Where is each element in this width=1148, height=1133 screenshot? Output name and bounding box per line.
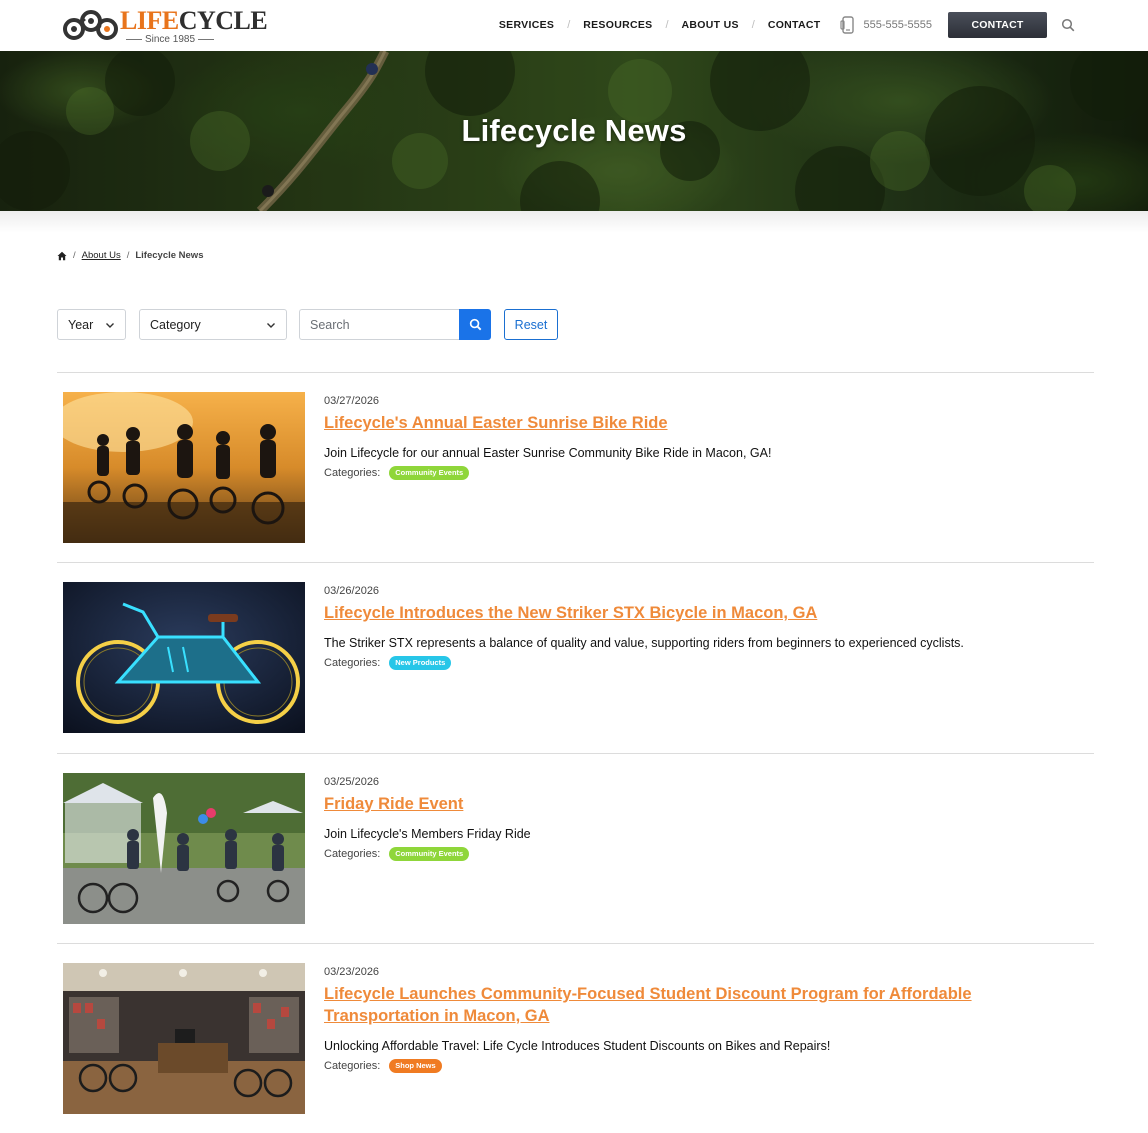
search-button[interactable]	[459, 309, 491, 340]
news-excerpt: Unlocking Affordable Travel: Life Cycle …	[324, 1039, 831, 1053]
logo-text-life: LIFE	[120, 6, 179, 35]
category-select[interactable]: Category	[139, 309, 287, 340]
site-header: LIFECYCLE Since 1985 SERVICES / RESOURCE…	[0, 0, 1148, 50]
nav-contact[interactable]: CONTACT	[768, 19, 821, 31]
news-list: 03/27/2026 Lifecycle's Annual Easter Sun…	[57, 372, 1094, 1133]
category-badge[interactable]: New Products	[389, 656, 452, 670]
categories-label: Categories:	[324, 657, 381, 669]
search-input[interactable]	[299, 309, 460, 340]
news-item: 03/27/2026 Lifecycle's Annual Easter Sun…	[57, 372, 1094, 562]
news-categories: Categories: New Products	[324, 656, 1084, 670]
site-logo[interactable]: LIFECYCLE Since 1985	[62, 6, 268, 46]
nav-services[interactable]: SERVICES	[499, 19, 554, 31]
striker-bike-image	[63, 582, 305, 733]
category-select-label: Category	[150, 317, 201, 332]
chevron-down-icon	[106, 323, 114, 328]
breadcrumb-separator: /	[126, 250, 130, 261]
hero-banner: Lifecycle News	[0, 51, 1148, 211]
page-title: Lifecycle News	[461, 113, 687, 148]
category-badge[interactable]: Shop News	[389, 1059, 442, 1073]
nav-about-us[interactable]: ABOUT US	[682, 19, 739, 31]
contact-button[interactable]: CONTACT	[948, 12, 1047, 38]
news-thumbnail[interactable]	[63, 773, 305, 924]
news-item: 03/26/2026 Lifecycle Introduces the New …	[57, 562, 1094, 753]
phone-link[interactable]: 555-555-5555	[840, 16, 932, 34]
year-select-label: Year	[68, 317, 94, 332]
friday-ride-image	[63, 773, 305, 924]
category-badge[interactable]: Community Events	[389, 847, 470, 861]
search-icon[interactable]	[1061, 18, 1075, 32]
search-icon	[469, 318, 481, 331]
news-filters: Year Category Reset	[57, 309, 567, 340]
news-date: 03/26/2026	[324, 585, 380, 597]
news-item: 03/25/2026 Friday Ride Event Join Lifecy…	[57, 753, 1094, 943]
phone-icon	[840, 16, 855, 34]
phone-number: 555-555-5555	[863, 19, 932, 31]
nav-separator: /	[567, 19, 571, 31]
news-date: 03/23/2026	[324, 966, 380, 978]
news-thumbnail[interactable]	[63, 392, 305, 543]
breadcrumb-separator: /	[73, 250, 76, 261]
news-categories: Categories: Community Events	[324, 847, 1084, 861]
news-title-link[interactable]: Lifecycle's Annual Easter Sunrise Bike R…	[324, 412, 1084, 434]
news-categories: Categories: Shop News	[324, 1059, 1084, 1073]
nav-resources[interactable]: RESOURCES	[583, 19, 652, 31]
nav-separator: /	[751, 19, 755, 31]
sunrise-ride-image	[63, 392, 305, 543]
categories-label: Categories:	[324, 1060, 381, 1072]
year-select[interactable]: Year	[57, 309, 126, 340]
breadcrumb: / About Us / Lifecycle News	[57, 250, 203, 261]
news-thumbnail[interactable]	[63, 582, 305, 733]
news-title-link[interactable]: Friday Ride Event	[324, 793, 1084, 815]
categories-label: Categories:	[324, 848, 381, 860]
reset-button[interactable]: Reset	[504, 309, 558, 340]
news-title-link[interactable]: Lifecycle Launches Community-Focused Stu…	[324, 983, 1084, 1027]
nav-separator: /	[665, 19, 669, 31]
news-excerpt: Join Lifecycle for our annual Easter Sun…	[324, 446, 772, 460]
breadcrumb-current: Lifecycle News	[135, 250, 204, 261]
news-date: 03/25/2026	[324, 776, 380, 788]
categories-label: Categories:	[324, 467, 381, 479]
chevron-down-icon	[267, 323, 275, 328]
breadcrumb-about-us[interactable]: About Us	[82, 250, 121, 261]
news-title-link[interactable]: Lifecycle Introduces the New Striker STX…	[324, 602, 1084, 624]
logo-since: Since 1985	[120, 34, 220, 45]
home-icon[interactable]	[57, 251, 67, 261]
logo-text-cycle: CYCLE	[178, 6, 268, 35]
news-thumbnail[interactable]	[63, 963, 305, 1114]
news-categories: Categories: Community Events	[324, 466, 1084, 480]
news-excerpt: The Striker STX represents a balance of …	[324, 636, 964, 650]
main-nav: SERVICES / RESOURCES / ABOUT US / CONTAC…	[499, 0, 1148, 50]
news-date: 03/27/2026	[324, 395, 380, 407]
news-excerpt: Join Lifecycle's Members Friday Ride	[324, 827, 531, 841]
bike-shop-image	[63, 963, 305, 1114]
chain-logo-icon	[63, 10, 118, 40]
category-badge[interactable]: Community Events	[389, 466, 470, 480]
news-item: 03/23/2026 Lifecycle Launches Community-…	[57, 943, 1094, 1133]
